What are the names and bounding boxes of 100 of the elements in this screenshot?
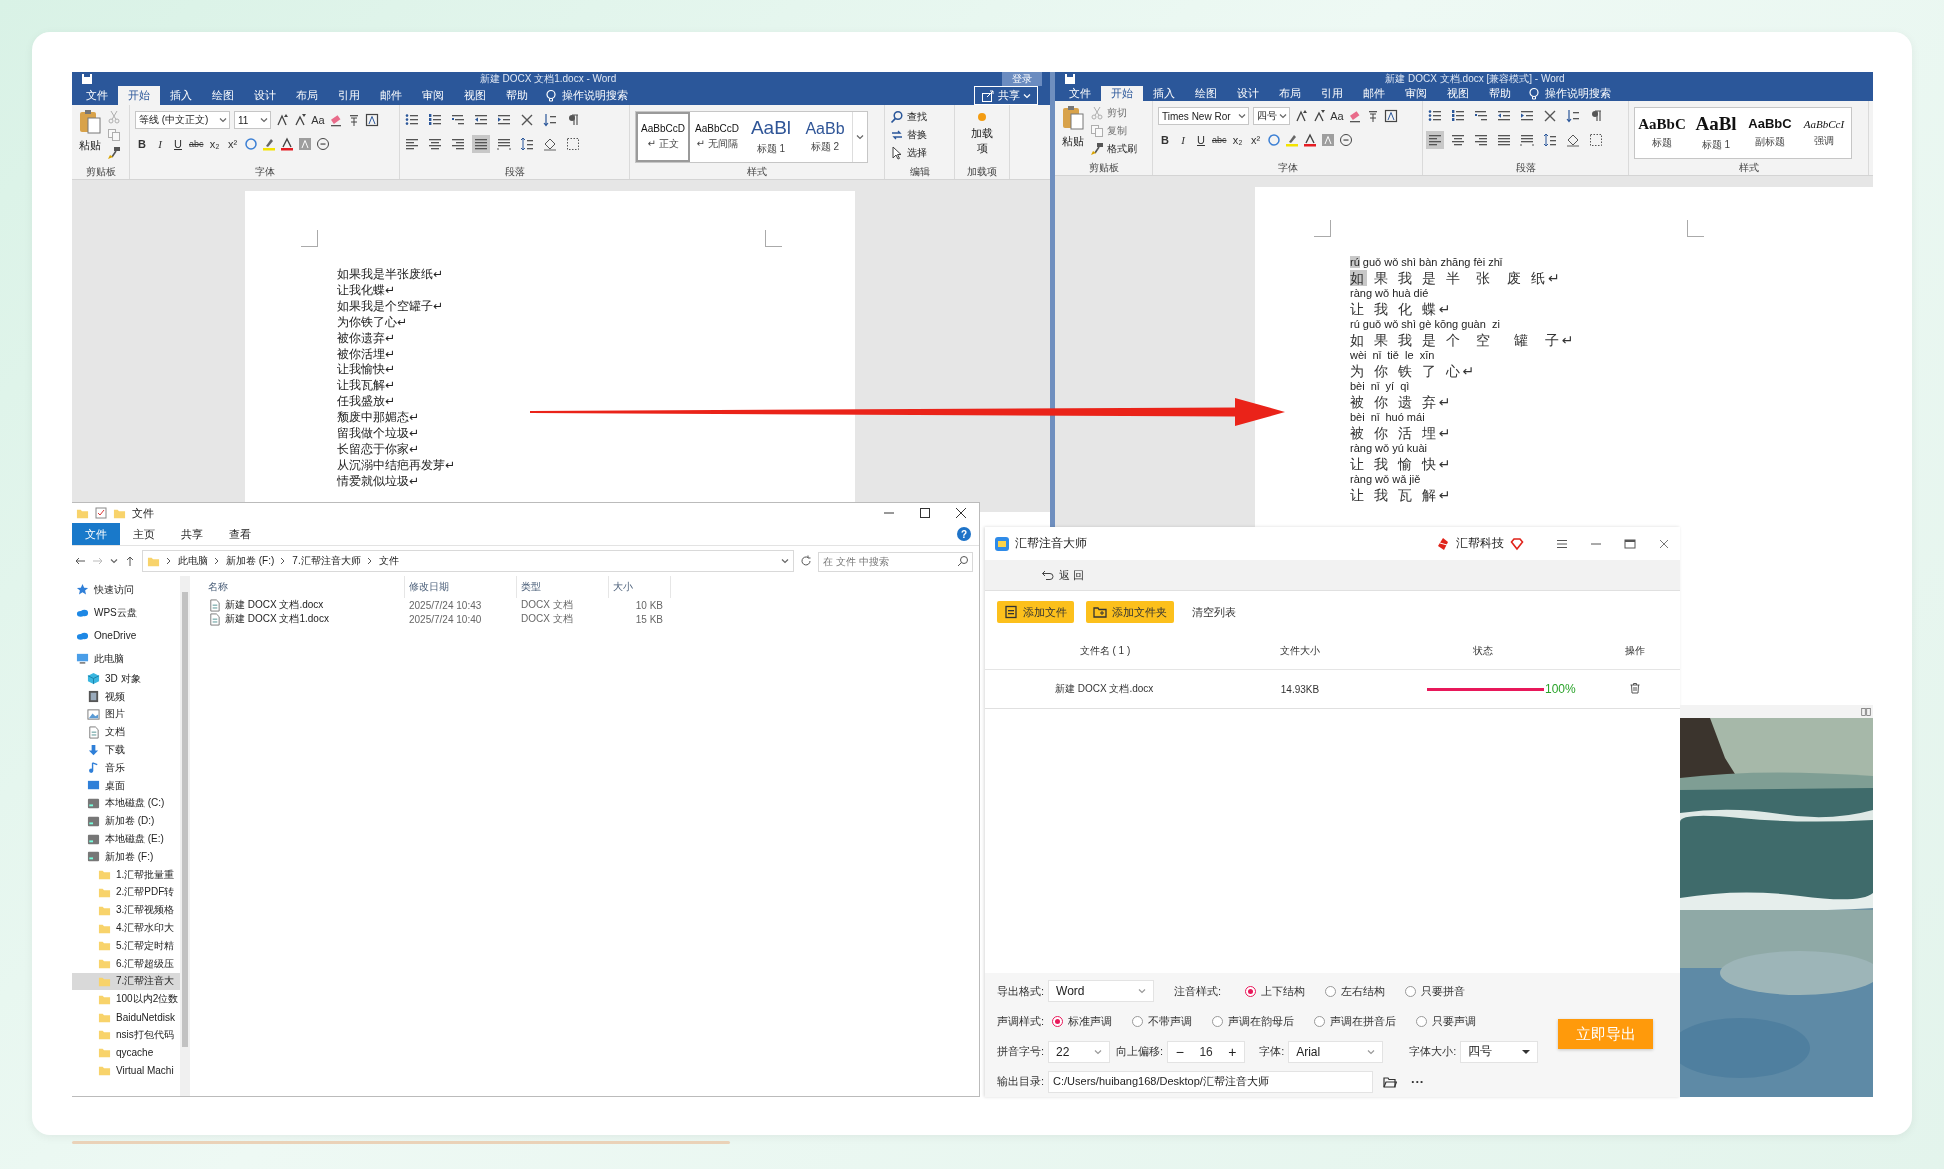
nav-item[interactable]: 此电脑 xyxy=(72,647,180,670)
output-path-field[interactable]: C:/Users/huibang168/Desktop/汇帮注音大师 xyxy=(1048,1070,1374,1093)
lightbulb-icon[interactable] xyxy=(1527,86,1541,101)
justify-icon[interactable] xyxy=(1497,133,1511,147)
nav-item[interactable]: 视频 xyxy=(72,687,180,706)
numbered-list-icon[interactable] xyxy=(1451,109,1465,123)
ribbon-tab[interactable]: 绘图 xyxy=(1185,86,1227,101)
column-header[interactable]: 修改日期 xyxy=(405,576,517,598)
nav-item[interactable]: 下载 xyxy=(72,741,180,759)
eraser-icon[interactable] xyxy=(329,113,343,127)
trash-icon[interactable] xyxy=(1629,682,1641,694)
scrollbar[interactable] xyxy=(180,576,190,1096)
multilevel-list-icon[interactable] xyxy=(451,113,465,127)
numbered-list-icon[interactable] xyxy=(428,113,442,127)
format-button[interactable]: x₂ xyxy=(1230,134,1245,146)
search-icon[interactable] xyxy=(957,555,969,567)
caret-icon[interactable] xyxy=(219,116,227,124)
paste-button[interactable]: 粘贴 xyxy=(1060,104,1086,161)
enclosed-character-icon[interactable] xyxy=(1338,133,1353,147)
select-button[interactable]: 选择 xyxy=(890,144,949,162)
minus-button[interactable]: − xyxy=(1175,1043,1184,1060)
save-icon[interactable] xyxy=(80,72,94,86)
nav-item[interactable]: OneDrive xyxy=(72,624,180,647)
nav-item[interactable]: 7.汇帮注音大 xyxy=(72,972,180,991)
format-button[interactable]: B xyxy=(135,138,149,150)
nav-item[interactable]: 4.汇帮水印大 xyxy=(72,919,180,937)
format-button[interactable]: abc xyxy=(189,139,204,149)
align-center-icon[interactable] xyxy=(428,137,442,151)
format-button[interactable]: x² xyxy=(225,138,240,150)
diamond-icon[interactable] xyxy=(1510,536,1524,551)
font-size-dropdown[interactable]: 四号 xyxy=(1460,1040,1539,1063)
close-icon[interactable] xyxy=(956,508,966,518)
paste-button[interactable]: 粘贴 xyxy=(77,108,103,165)
help-button[interactable]: ? xyxy=(957,527,971,541)
character-border-icon[interactable] xyxy=(1384,109,1398,123)
column-header[interactable]: 类型 xyxy=(517,576,609,598)
lightbulb-icon[interactable] xyxy=(544,88,558,103)
checkbox-icon[interactable] xyxy=(95,507,107,519)
increase-indent-icon[interactable] xyxy=(497,113,511,127)
format-button[interactable]: abc xyxy=(1212,135,1227,145)
change-case-button[interactable]: Aa xyxy=(1330,110,1344,122)
shading-icon[interactable] xyxy=(543,137,557,151)
breadcrumb[interactable]: 此电脑 xyxy=(178,554,208,568)
offset-stepper[interactable]: − 16 + xyxy=(1167,1040,1246,1063)
up-arrow-icon[interactable] xyxy=(124,555,136,567)
format-button[interactable]: x₂ xyxy=(207,138,222,150)
clear-list-button[interactable]: 清空列表 xyxy=(1186,604,1242,620)
nav-item[interactable]: nsis打包代码 xyxy=(72,1025,180,1044)
ribbon-tab[interactable]: 查看 xyxy=(216,523,264,545)
format-button[interactable]: I xyxy=(1176,134,1190,146)
highlighter-icon[interactable] xyxy=(1284,133,1299,147)
caret-icon[interactable] xyxy=(110,557,118,565)
style-item[interactable]: AaBbCcD ↵ 正文 xyxy=(636,112,690,162)
ribbon-tab[interactable]: 帮助 xyxy=(1479,86,1521,101)
nav-item[interactable]: 6.汇帮超级压 xyxy=(72,954,180,973)
grow-font-icon[interactable] xyxy=(275,113,289,127)
ribbon-tab[interactable]: 审阅 xyxy=(412,86,454,105)
maximize-icon[interactable] xyxy=(1624,537,1636,550)
format-button[interactable]: x² xyxy=(1248,134,1263,146)
bullet-list-icon[interactable] xyxy=(405,113,419,127)
borders-icon[interactable] xyxy=(566,137,580,151)
ribbon-tab[interactable]: 文件 xyxy=(76,86,118,105)
asian-layout-icon[interactable] xyxy=(1543,109,1557,123)
distribute-icon[interactable] xyxy=(1520,133,1534,147)
plus-button[interactable]: + xyxy=(1228,1043,1237,1060)
style-item[interactable]: AaBbCcI 强调 xyxy=(1797,108,1851,158)
nav-item[interactable]: 3D 对象 xyxy=(72,670,180,688)
text-effect-icon[interactable] xyxy=(1266,133,1281,147)
caret-icon[interactable] xyxy=(1238,112,1246,120)
align-right-icon[interactable] xyxy=(451,137,465,151)
replace-button[interactable]: 替换 xyxy=(890,126,949,144)
ribbon-tab[interactable]: 设计 xyxy=(1227,86,1269,101)
format-painter-button[interactable] xyxy=(107,144,121,162)
nav-item[interactable]: 文档 xyxy=(72,723,180,742)
breadcrumb[interactable]: 新加卷 (F:) xyxy=(226,554,275,568)
breadcrumb[interactable]: 文件 xyxy=(378,554,399,568)
nav-item[interactable]: Virtual Machi xyxy=(72,1061,180,1080)
shading-icon[interactable] xyxy=(1566,133,1580,147)
ribbon-tab[interactable]: 审阅 xyxy=(1395,86,1437,101)
ribbon-tab[interactable]: 邮件 xyxy=(1353,86,1395,101)
nav-item[interactable]: 快速访问 xyxy=(72,578,180,601)
ribbon-tab[interactable]: 视图 xyxy=(454,86,496,105)
line-spacing-icon[interactable] xyxy=(520,137,534,151)
ribbon-tab[interactable]: 引用 xyxy=(328,86,370,105)
style-item[interactable]: AaBl 标题 1 xyxy=(1689,108,1743,158)
add-ins-button[interactable]: 加载项 xyxy=(969,108,995,165)
menu-icon[interactable] xyxy=(1556,537,1568,550)
nav-item[interactable]: 5.汇帮定时精 xyxy=(72,936,180,955)
ribbon-tab[interactable]: 开始 xyxy=(118,86,160,105)
ribbon-tab[interactable]: 布局 xyxy=(1269,86,1311,101)
radio-option[interactable]: 只要声调 xyxy=(1416,1013,1477,1029)
more-button[interactable]: ··· xyxy=(1411,1074,1425,1090)
radio-option[interactable]: 声调在拼音后 xyxy=(1314,1013,1397,1029)
font-dropdown[interactable]: Arial xyxy=(1288,1040,1384,1063)
radio-option[interactable]: 上下结构 xyxy=(1245,983,1306,999)
character-border-icon[interactable] xyxy=(365,113,379,127)
radio-option[interactable]: 左右结构 xyxy=(1325,983,1386,999)
nav-item[interactable]: 本地磁盘 (C:) xyxy=(72,794,180,813)
align-center-icon[interactable] xyxy=(1451,133,1465,147)
sort-icon[interactable] xyxy=(543,113,557,127)
